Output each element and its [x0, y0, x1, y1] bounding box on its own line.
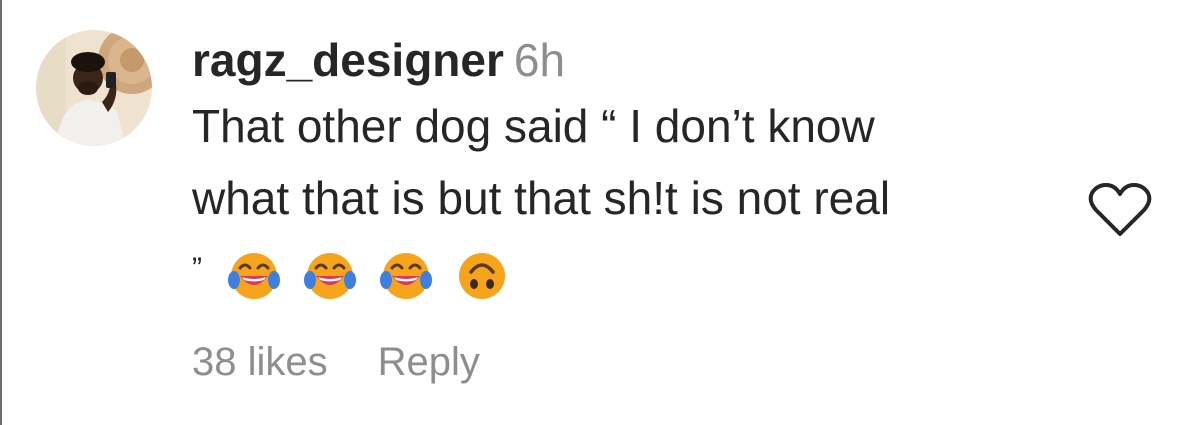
comment-text-line-2: what that is but that sh!t is not real [192, 172, 891, 224]
comment-text-line-1: That other dog said “ I don’t know [192, 100, 875, 152]
comment-body: ragz_designer 6h That other dog said “ I … [192, 30, 1072, 234]
timestamp[interactable]: 6h [514, 34, 565, 86]
username-link[interactable]: ragz_designer [192, 34, 504, 86]
face-with-tears-of-joy-icon [304, 253, 356, 299]
comment-header: ragz_designer 6h [192, 30, 1072, 90]
face-with-tears-of-joy-icon [228, 253, 280, 299]
left-border [0, 0, 2, 425]
closing-quote: ” [192, 252, 202, 285]
reply-button[interactable]: Reply [378, 340, 480, 384]
heart-icon[interactable] [1088, 182, 1152, 238]
avatar[interactable] [36, 30, 152, 146]
face-with-tears-of-joy-icon [380, 253, 432, 299]
avatar-image [36, 30, 152, 146]
comment-footer: 38 likes Reply [192, 340, 480, 385]
comment-emoji-line: ” [192, 246, 532, 306]
upside-down-face-icon [459, 253, 505, 299]
likes-count[interactable]: 38 likes [192, 340, 328, 384]
